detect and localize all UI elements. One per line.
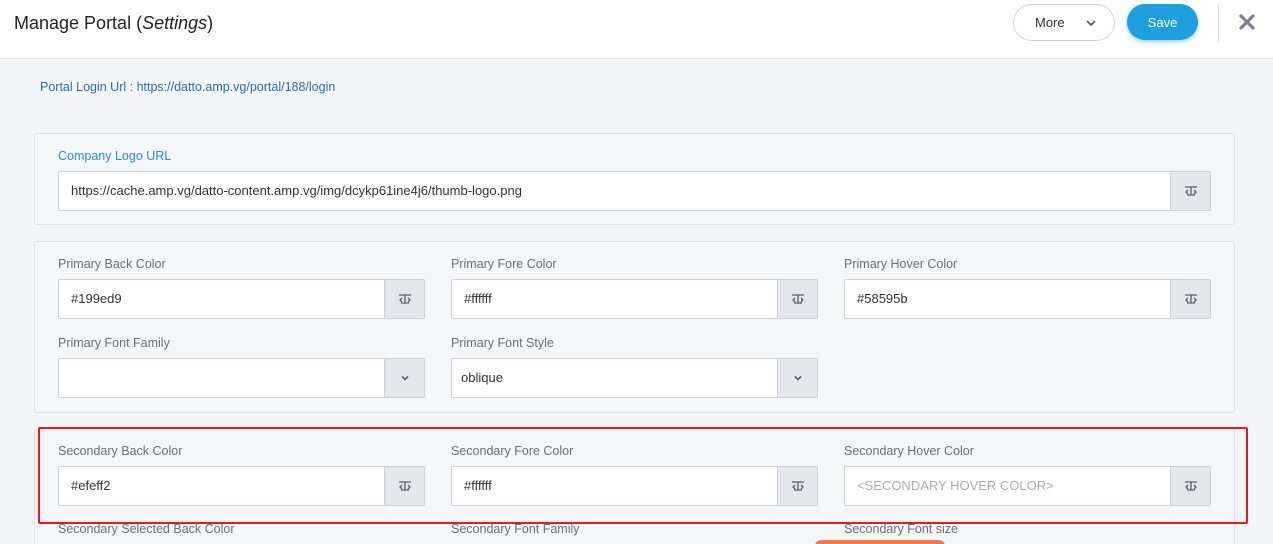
primary-fore-color-field[interactable]: #ffffff <box>451 279 818 319</box>
chevron-down-icon[interactable] <box>777 359 817 397</box>
primary-hover-color-field[interactable]: #58595b <box>844 279 1211 319</box>
portal-login-url[interactable]: Portal Login Url : https://datto.amp.vg/… <box>40 80 335 94</box>
company-logo-field[interactable]: https://cache.amp.vg/datto-content.amp.v… <box>58 171 1211 211</box>
close-icon[interactable] <box>1236 11 1258 33</box>
secondary-back-color-input[interactable]: #efeff2 <box>59 467 384 505</box>
primary-back-color-input[interactable]: #199ed9 <box>59 280 384 318</box>
text-format-icon[interactable] <box>1170 172 1210 210</box>
secondary-font-family-label: Secondary Font Family <box>451 522 580 536</box>
floating-tab[interactable] <box>815 540 945 544</box>
chevron-down-icon[interactable] <box>384 359 424 397</box>
text-format-icon[interactable] <box>1170 467 1210 505</box>
save-button[interactable]: Save <box>1127 4 1198 40</box>
primary-font-family-select[interactable] <box>58 358 425 398</box>
more-button-label: More <box>1035 15 1065 30</box>
primary-hover-color-input[interactable]: #58595b <box>845 280 1170 318</box>
chevron-down-icon <box>1086 20 1096 27</box>
company-logo-input[interactable]: https://cache.amp.vg/datto-content.amp.v… <box>59 172 1170 210</box>
primary-back-color-label: Primary Back Color <box>58 257 166 271</box>
primary-settings-panel: Primary Back Color #199ed9 Primary Fore … <box>34 241 1235 413</box>
primary-font-style-value[interactable]: oblique <box>452 359 777 397</box>
company-logo-label: Company Logo URL <box>58 149 172 163</box>
primary-fore-color-input[interactable]: #ffffff <box>452 280 777 318</box>
header: Manage Portal (Settings) More Save <box>0 0 1273 59</box>
secondary-font-size-label: Secondary Font size <box>844 522 958 536</box>
secondary-back-color-label: Secondary Back Color <box>58 444 183 458</box>
company-logo-panel: Company Logo URL https://cache.amp.vg/da… <box>34 133 1235 225</box>
text-format-icon[interactable] <box>384 467 424 505</box>
text-format-icon[interactable] <box>777 467 817 505</box>
secondary-hover-color-field[interactable]: <SECONDARY HOVER COLOR> <box>844 466 1211 506</box>
primary-font-family-label: Primary Font Family <box>58 336 170 350</box>
primary-hover-color-label: Primary Hover Color <box>844 257 958 271</box>
secondary-fore-color-field[interactable]: #ffffff <box>451 466 818 506</box>
secondary-hover-color-label: Secondary Hover Color <box>844 444 974 458</box>
primary-font-style-select[interactable]: oblique <box>451 358 818 398</box>
secondary-fore-color-label: Secondary Fore Color <box>451 444 574 458</box>
secondary-selected-back-color-label: Secondary Selected Back Color <box>58 522 235 536</box>
secondary-back-color-field[interactable]: #efeff2 <box>58 466 425 506</box>
text-format-icon[interactable] <box>384 280 424 318</box>
text-format-icon[interactable] <box>777 280 817 318</box>
secondary-hover-color-input[interactable]: <SECONDARY HOVER COLOR> <box>845 467 1170 505</box>
text-format-icon[interactable] <box>1170 280 1210 318</box>
primary-fore-color-label: Primary Fore Color <box>451 257 557 271</box>
header-divider <box>1218 4 1219 42</box>
primary-font-family-value[interactable] <box>59 359 384 397</box>
primary-font-style-label: Primary Font Style <box>451 336 554 350</box>
primary-back-color-field[interactable]: #199ed9 <box>58 279 425 319</box>
secondary-fore-color-input[interactable]: #ffffff <box>452 467 777 505</box>
page-title: Manage Portal (Settings) <box>14 13 214 33</box>
more-button[interactable]: More <box>1013 4 1115 41</box>
